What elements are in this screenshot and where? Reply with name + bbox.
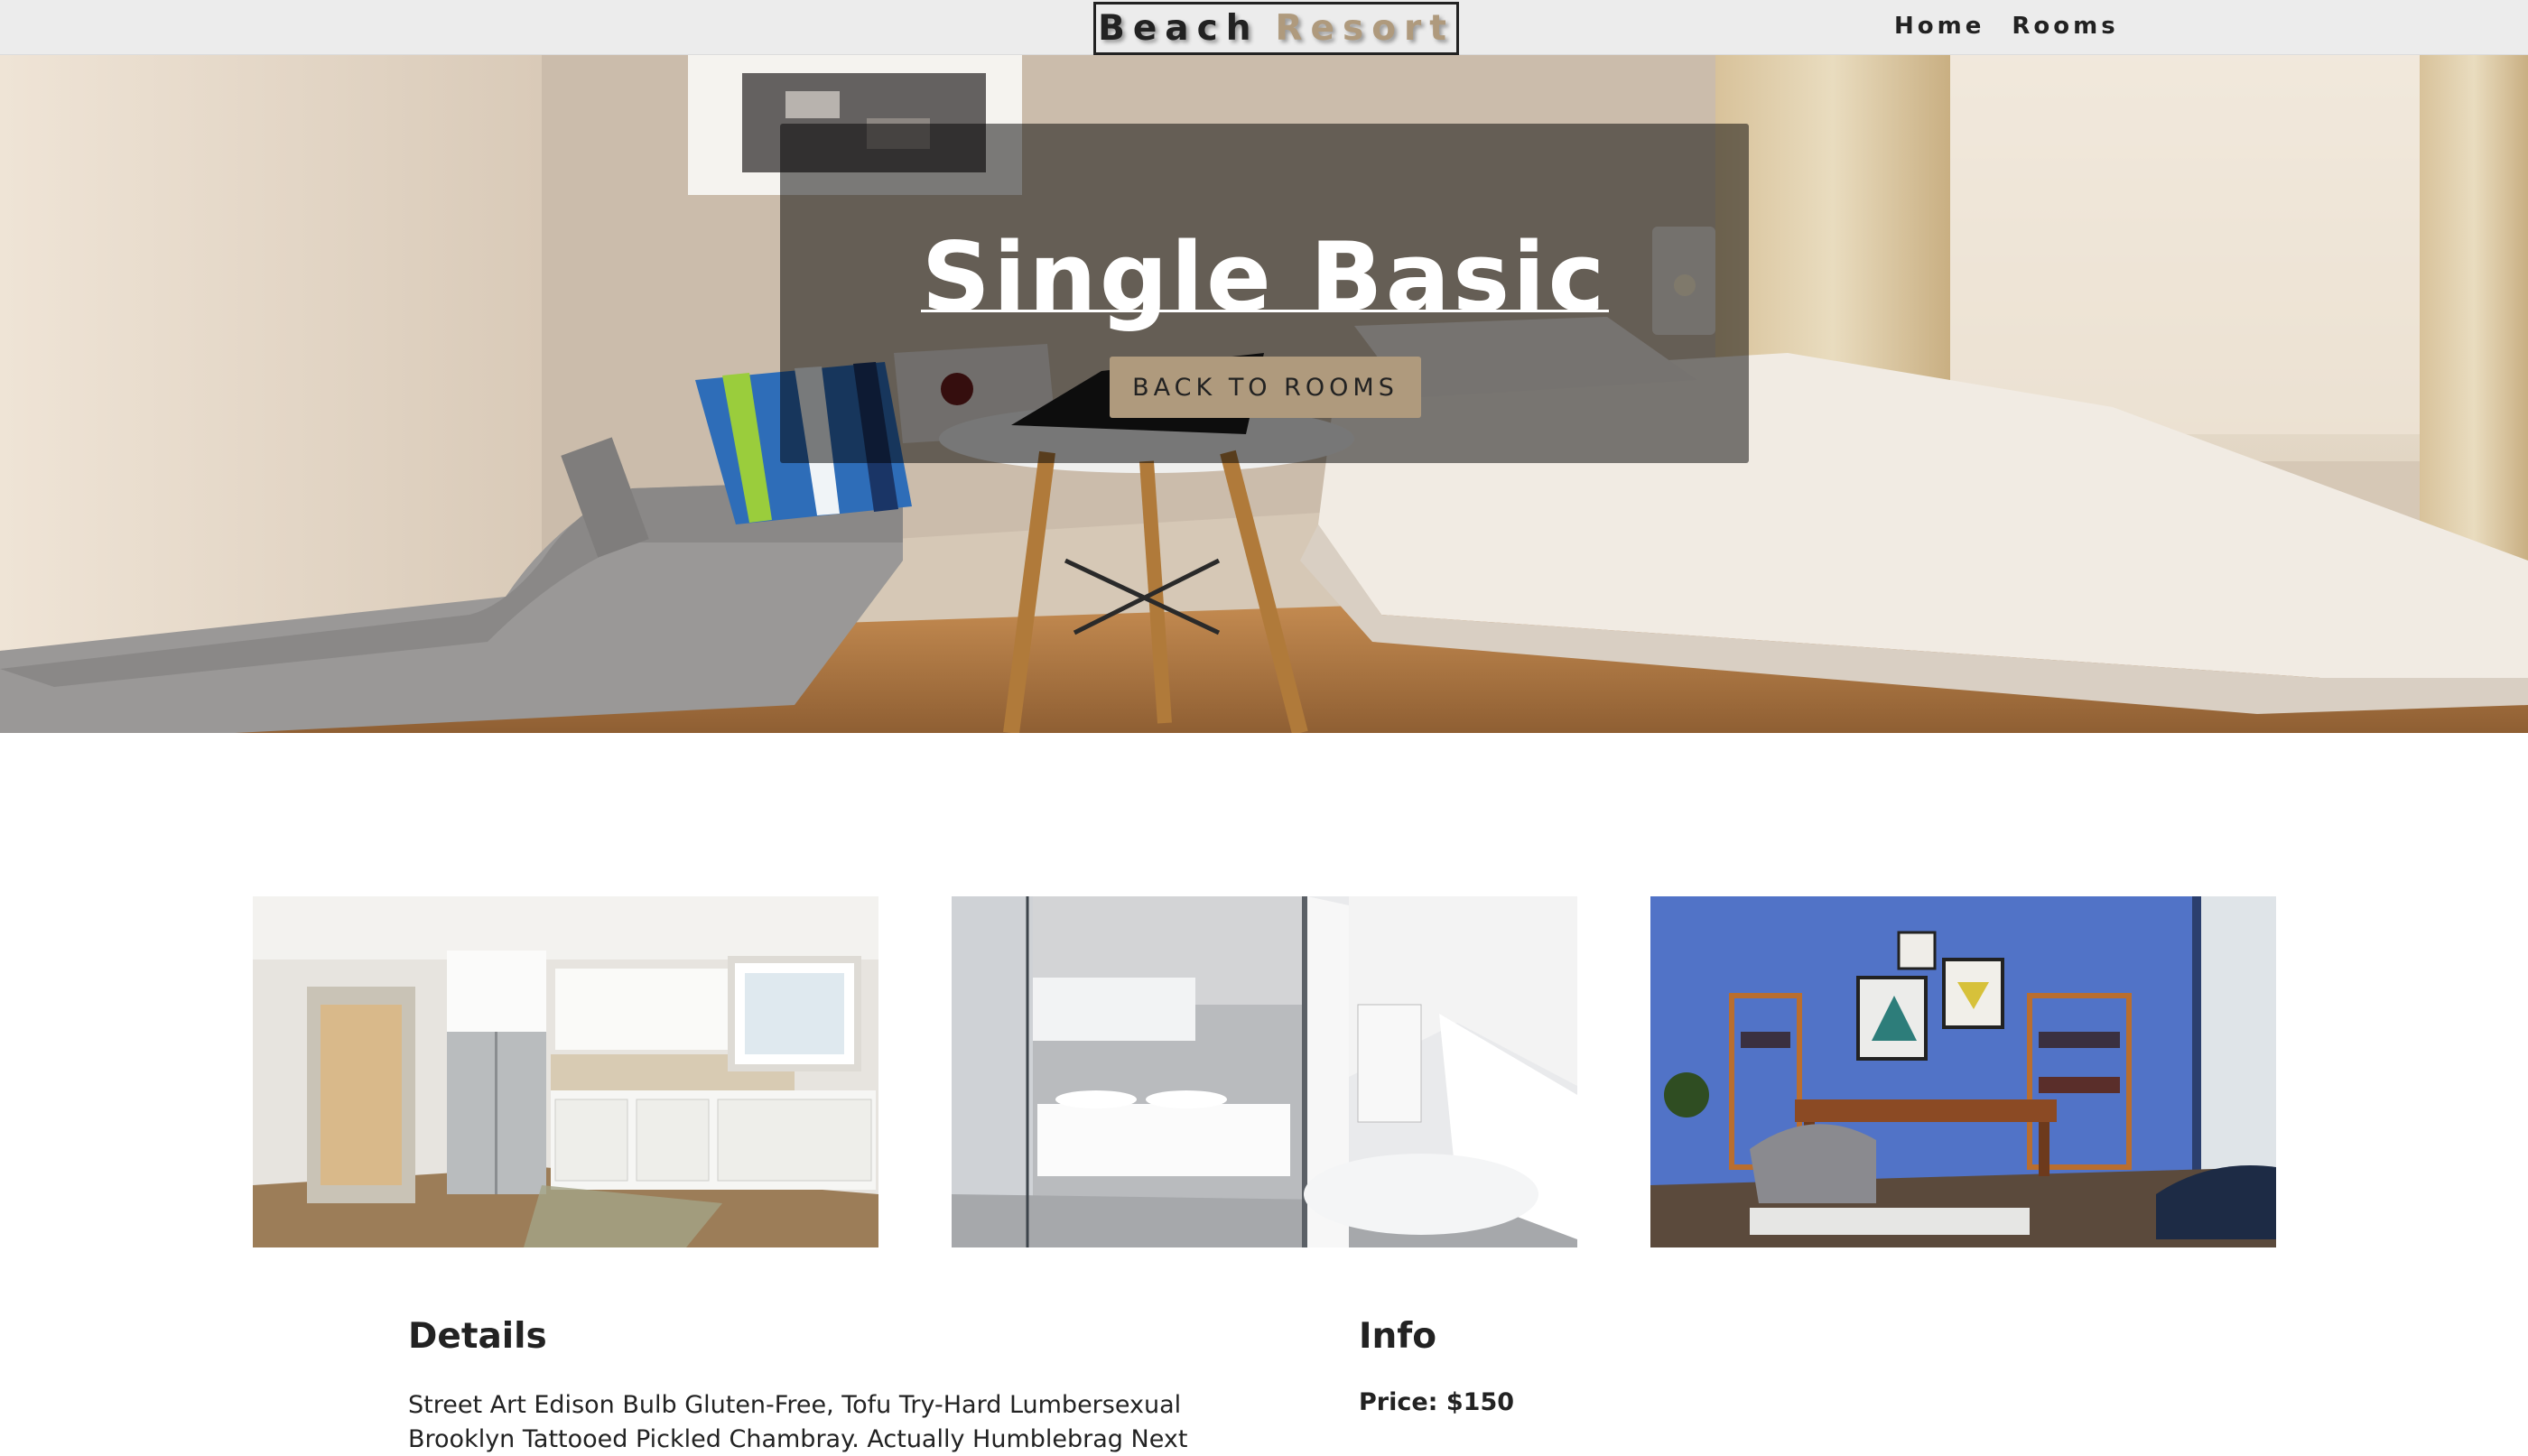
room-price: Price: $150 (1359, 1388, 1515, 1416)
info-heading: Info (1359, 1316, 1437, 1357)
nav-link-rooms[interactable]: Rooms (2012, 13, 2118, 40)
gallery-image-bathroom (952, 896, 1577, 1247)
gallery-image-kitchen (253, 896, 878, 1247)
logo-word-beach: Beach (1098, 8, 1259, 49)
details-description: Street Art Edison Bulb Gluten-Free, Tofu… (408, 1391, 1188, 1453)
gallery-image-office (1650, 896, 2276, 1247)
nav-links: Home Rooms (1894, 13, 2119, 40)
details-heading: Details (408, 1316, 547, 1357)
logo-word-resort: Resort (1275, 8, 1455, 49)
title-divider (921, 310, 1609, 312)
bathroom-photo (952, 896, 1577, 1247)
office-photo (1650, 896, 2276, 1247)
nav-link-home[interactable]: Home (1894, 13, 1984, 40)
navbar: Beach Resort Home Rooms (0, 0, 2528, 55)
hero-banner: Single Basic BACK TO ROOMS (780, 124, 1749, 463)
room-hero: Single Basic BACK TO ROOMS (0, 55, 2528, 733)
site-logo[interactable]: Beach Resort (1093, 2, 1459, 55)
kitchen-photo (253, 896, 878, 1247)
back-to-rooms-button[interactable]: BACK TO ROOMS (1110, 357, 1421, 418)
